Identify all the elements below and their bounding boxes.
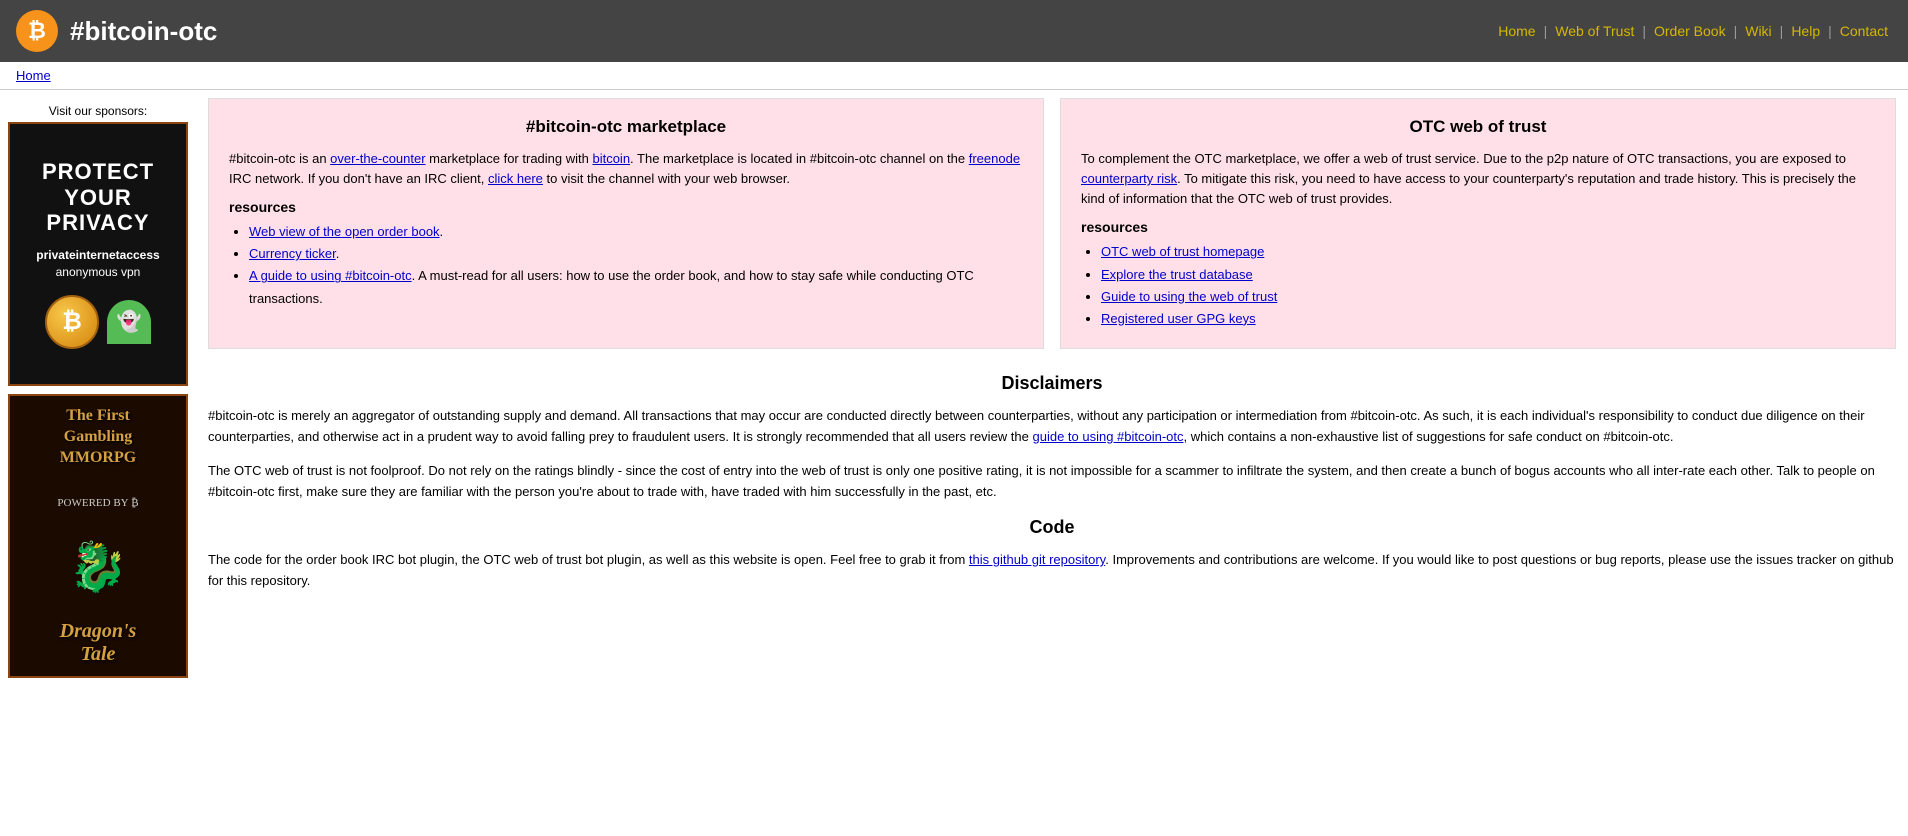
list-item: A guide to using #bitcoin-otc. A must-re… — [249, 265, 1023, 309]
main-nav: Home | Web of Trust | Order Book | Wiki … — [1494, 23, 1892, 39]
code-title: Code — [208, 517, 1896, 538]
content: #bitcoin-otc marketplace #bitcoin-otc is… — [196, 98, 1908, 686]
code-text: The code for the order book IRC bot plug… — [208, 550, 1896, 592]
header: ₿ #bitcoin-otc Home | Web of Trust | Ord… — [0, 0, 1908, 62]
nav-home[interactable]: Home — [1494, 23, 1539, 39]
list-item: OTC web of trust homepage — [1101, 241, 1875, 263]
link-click-here[interactable]: click here — [488, 171, 543, 186]
sponsor-box-1[interactable]: PROTECTYOURPRIVACY privateinternetaccess… — [8, 122, 188, 386]
nav-sep-5: | — [1824, 23, 1836, 39]
sponsor2-powered-by: POWERED BY ₿ — [57, 497, 138, 509]
marketplace-card-body1: #bitcoin-otc is an over-the-counter mark… — [229, 149, 1023, 189]
link-gpg-keys[interactable]: Registered user GPG keys — [1101, 311, 1256, 326]
marketplace-resources-list: Web view of the open order book. Currenc… — [249, 221, 1023, 309]
link-github-repo[interactable]: this github git repository — [969, 552, 1105, 567]
list-item: Web view of the open order book. — [249, 221, 1023, 243]
list-item: Explore the trust database — [1101, 264, 1875, 286]
dragon-icon: 🐉 — [68, 538, 128, 595]
list-item: Currency ticker. — [249, 243, 1023, 265]
nav-sep-4: | — [1776, 23, 1788, 39]
sponsor1-title: PROTECTYOURPRIVACY — [42, 159, 154, 235]
link-guide-safe[interactable]: guide to using #bitcoin-otc — [1032, 429, 1183, 444]
disclaimers-title: Disclaimers — [208, 373, 1896, 394]
nav-order-book[interactable]: Order Book — [1650, 23, 1730, 39]
trust-card: OTC web of trust To complement the OTC m… — [1060, 98, 1896, 349]
main-layout: Visit our sponsors: PROTECTYOURPRIVACY p… — [0, 90, 1908, 686]
list-item: Registered user GPG keys — [1101, 308, 1875, 330]
sponsor2: The FirstGamblingMMORPG POWERED BY ₿ 🐉 D… — [10, 396, 186, 676]
trust-card-title: OTC web of trust — [1081, 117, 1875, 137]
link-over-the-counter[interactable]: over-the-counter — [330, 151, 425, 166]
disclaimers-section: Disclaimers #bitcoin-otc is merely an ag… — [208, 373, 1896, 503]
link-order-book-view[interactable]: Web view of the open order book — [249, 224, 440, 239]
trust-resources-list: OTC web of trust homepage Explore the tr… — [1101, 241, 1875, 329]
sponsor1-icons: ₿ 👻 — [45, 295, 151, 349]
sidebar: Visit our sponsors: PROTECTYOURPRIVACY p… — [0, 98, 196, 686]
link-guide-btc-otc[interactable]: A guide to using #bitcoin-otc — [249, 268, 412, 283]
sponsor1: PROTECTYOURPRIVACY privateinternetaccess… — [10, 124, 186, 384]
cards-row: #bitcoin-otc marketplace #bitcoin-otc is… — [208, 98, 1896, 349]
code-section: Code The code for the order book IRC bot… — [208, 517, 1896, 592]
nav-help[interactable]: Help — [1787, 23, 1824, 39]
nav-web-of-trust[interactable]: Web of Trust — [1551, 23, 1638, 39]
marketplace-resources-label: resources — [229, 199, 1023, 215]
nav-sep-2: | — [1638, 23, 1650, 39]
nav-sep-3: | — [1730, 23, 1742, 39]
link-trust-database[interactable]: Explore the trust database — [1101, 267, 1253, 282]
breadcrumb: Home — [0, 62, 1908, 90]
marketplace-card: #bitcoin-otc marketplace #bitcoin-otc is… — [208, 98, 1044, 349]
nav-contact[interactable]: Contact — [1836, 23, 1892, 39]
sponsor2-title: The FirstGamblingMMORPG — [60, 406, 136, 468]
marketplace-card-title: #bitcoin-otc marketplace — [229, 117, 1023, 137]
trust-card-body1: To complement the OTC marketplace, we of… — [1081, 149, 1875, 209]
link-currency-ticker[interactable]: Currency ticker — [249, 246, 336, 261]
sponsor2-bottom: Dragon'sTale — [60, 620, 137, 666]
link-counterparty-risk[interactable]: counterparty risk — [1081, 171, 1177, 186]
site-title: #bitcoin-otc — [70, 16, 217, 47]
disclaimers-text2: The OTC web of trust is not foolproof. D… — [208, 461, 1896, 503]
trust-resources-label: resources — [1081, 219, 1875, 235]
sponsor-box-2[interactable]: The FirstGamblingMMORPG POWERED BY ₿ 🐉 D… — [8, 394, 188, 678]
sponsor1-sub: privateinternetaccess anonymous vpn — [18, 247, 178, 281]
link-bitcoin[interactable]: bitcoin — [592, 151, 630, 166]
disclaimers-text1: #bitcoin-otc is merely an aggregator of … — [208, 406, 1896, 448]
link-trust-homepage[interactable]: OTC web of trust homepage — [1101, 244, 1264, 259]
sponsors-label: Visit our sponsors: — [8, 98, 188, 122]
list-item: Guide to using the web of trust — [1101, 286, 1875, 308]
header-left: ₿ #bitcoin-otc — [16, 10, 217, 52]
ghost-icon: 👻 — [107, 300, 151, 344]
link-freenode[interactable]: freenode — [969, 151, 1020, 166]
nav-sep-1: | — [1540, 23, 1552, 39]
breadcrumb-home[interactable]: Home — [16, 68, 51, 83]
link-trust-guide[interactable]: Guide to using the web of trust — [1101, 289, 1277, 304]
bitcoin-coin-icon: ₿ — [45, 295, 99, 349]
bitcoin-logo: ₿ — [16, 10, 58, 52]
nav-wiki[interactable]: Wiki — [1741, 23, 1775, 39]
